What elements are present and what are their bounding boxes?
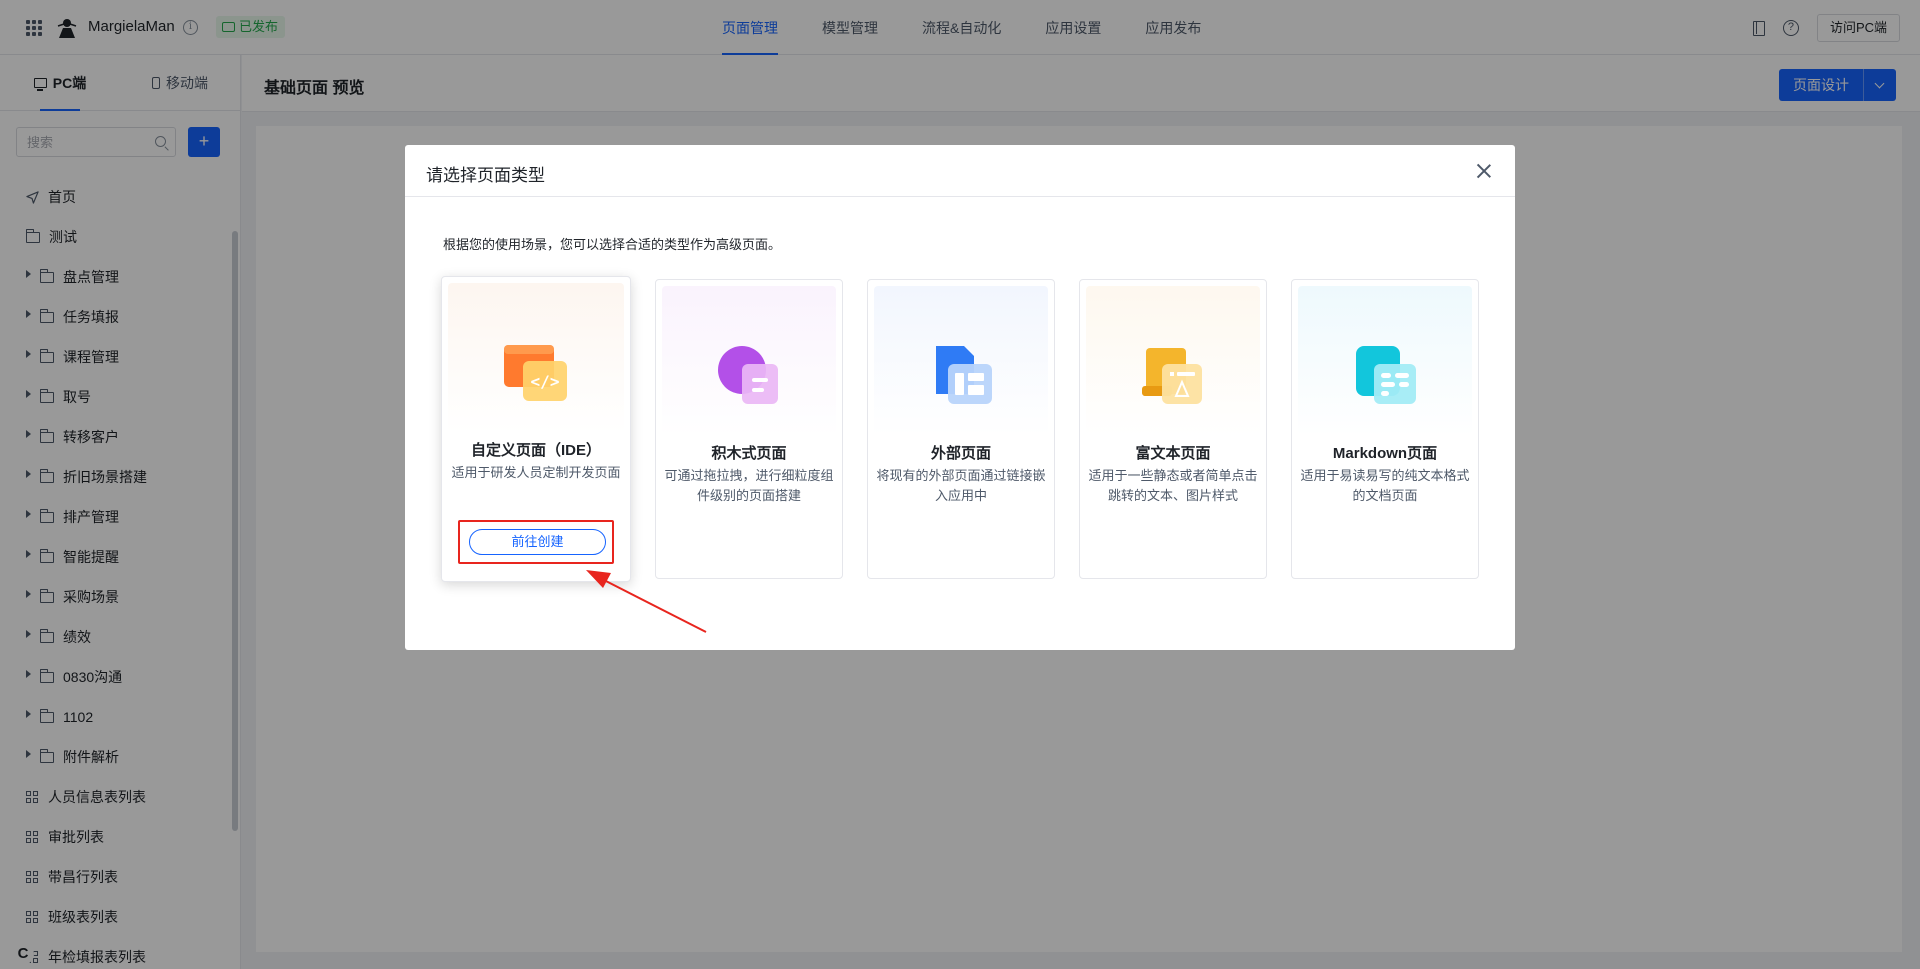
card-custom-ide[interactable]: </> 自定义页面（IDE） 适用于研发人员定制开发页面 前往创建 — [441, 276, 631, 582]
dialog-header: 请选择页面类型 — [405, 145, 1515, 197]
card-title: 外部页面 — [930, 445, 991, 462]
card-description: 适用于易读易写的纯文本格式的文档页面 — [1300, 468, 1470, 503]
rich-text-page-icon — [1142, 348, 1202, 404]
select-page-type-dialog: 请选择页面类型 根据您的使用场景，您可以选择合适的类型作为高级页面。 </> 自… — [405, 145, 1515, 650]
page-type-cards: </> 自定义页面（IDE） 适用于研发人员定制开发页面 前往创建 积木式页面 … — [441, 276, 1479, 582]
go-create-button[interactable]: 前往创建 — [469, 529, 606, 555]
card-description: 适用于研发人员定制开发页面 — [451, 465, 621, 480]
dialog-title: 请选择页面类型 — [426, 166, 545, 185]
card-title: 积木式页面 — [711, 445, 787, 462]
markdown-page-icon — [1356, 346, 1416, 404]
card-description: 可通过拖拉拽，进行细粒度组件级别的页面搭建 — [664, 468, 834, 503]
code-page-icon: </> — [504, 345, 567, 401]
card-block-page[interactable]: 积木式页面 可通过拖拉拽，进行细粒度组件级别的页面搭建 — [655, 279, 843, 579]
card-external-page[interactable]: 外部页面 将现有的外部页面通过链接嵌入应用中 — [867, 279, 1055, 579]
card-description: 适用于一些静态或者简单点击跳转的文本、图片样式 — [1088, 468, 1258, 503]
card-description: 将现有的外部页面通过链接嵌入应用中 — [876, 468, 1046, 503]
dialog-description: 根据您的使用场景，您可以选择合适的类型作为高级页面。 — [443, 237, 782, 252]
svg-text:</>: </> — [531, 372, 560, 391]
card-title: 富文本页面 — [1135, 445, 1211, 462]
card-rich-text-page[interactable]: 富文本页面 适用于一些静态或者简单点击跳转的文本、图片样式 — [1079, 279, 1267, 579]
card-title: Markdown页面 — [1332, 445, 1438, 462]
close-icon[interactable] — [1475, 162, 1493, 180]
card-title: 自定义页面（IDE） — [470, 442, 601, 459]
external-page-icon — [936, 346, 992, 404]
block-page-icon — [718, 346, 778, 404]
card-markdown-page[interactable]: Markdown页面 适用于易读易写的纯文本格式的文档页面 — [1291, 279, 1479, 579]
highlight-box: 前往创建 — [458, 520, 614, 564]
